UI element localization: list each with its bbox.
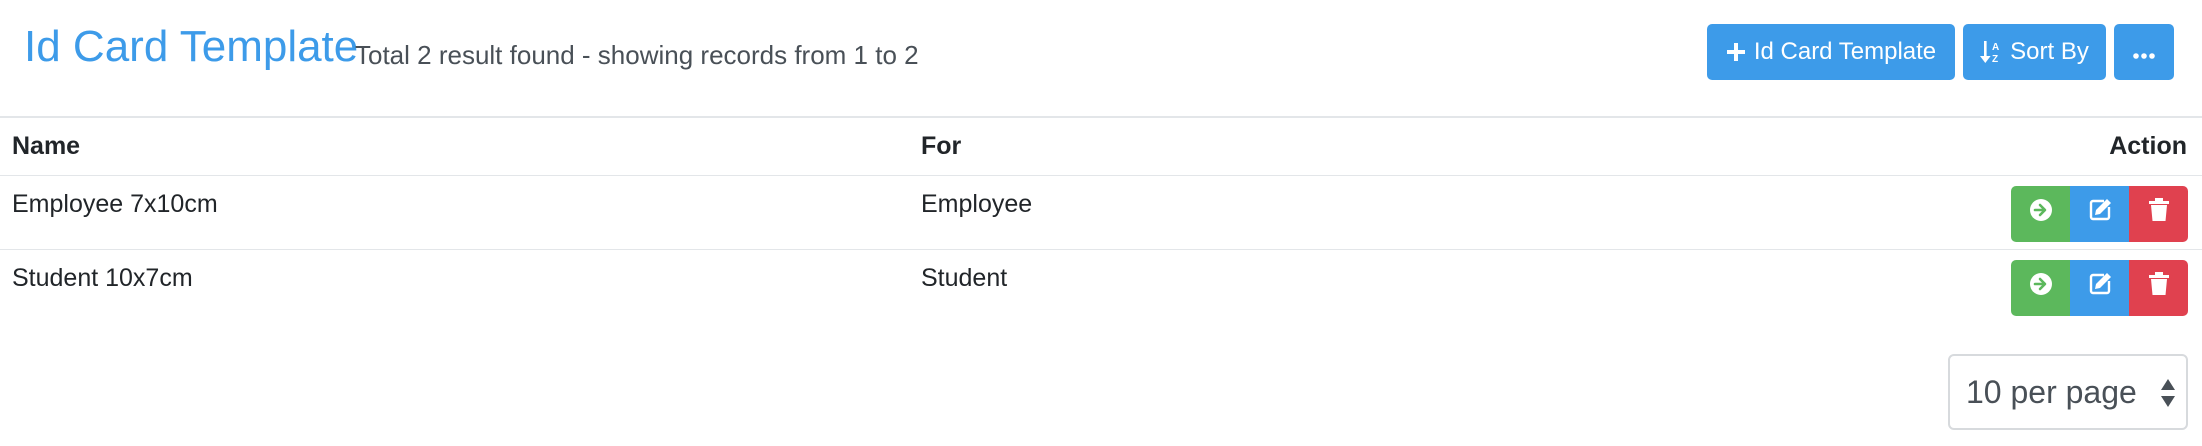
trash-icon <box>2148 272 2170 303</box>
result-summary: Total 2 result found - showing records f… <box>355 40 919 70</box>
column-header-name[interactable]: Name <box>0 118 909 176</box>
edit-button[interactable] <box>2070 259 2129 316</box>
per-page-select[interactable]: 10 per page <box>1948 354 2188 430</box>
page-header: Id Card Template Total 2 result found - … <box>0 0 2202 118</box>
row-actions <box>1821 259 2188 316</box>
table-row: Student 10x7cm Student <box>0 249 2202 323</box>
more-icon <box>2133 38 2155 66</box>
view-button[interactable] <box>2011 259 2070 316</box>
sort-by-button[interactable]: A Z Sort By <box>1963 24 2106 80</box>
plus-icon <box>1726 42 1746 62</box>
page-title: Id Card Template <box>24 22 359 71</box>
per-page-value: 10 per page <box>1966 373 2137 410</box>
edit-icon <box>2087 271 2113 304</box>
edit-icon <box>2087 197 2113 230</box>
svg-text:Z: Z <box>1992 54 1998 65</box>
delete-button[interactable] <box>2129 185 2188 242</box>
cell-name: Employee 7x10cm <box>0 175 909 250</box>
id-card-template-table: Name For Action Employee 7x10cm Employee <box>0 118 2202 323</box>
sort-button-label: Sort By <box>2010 38 2089 65</box>
trash-icon <box>2148 198 2170 229</box>
column-header-for[interactable]: For <box>909 118 1809 176</box>
toolbar: Id Card Template A Z Sort By <box>1707 24 2174 80</box>
add-button-label: Id Card Template <box>1753 38 1937 65</box>
cell-for: Student <box>921 263 1008 292</box>
table-row: Employee 7x10cm Employee <box>0 175 2202 250</box>
arrow-circle-right-icon <box>2029 198 2053 229</box>
arrow-circle-right-icon <box>2029 272 2053 303</box>
cell-for: Employee <box>909 175 1809 250</box>
cell-actions <box>1809 249 2202 323</box>
select-arrows-icon <box>2160 378 2176 416</box>
add-id-card-template-button[interactable]: Id Card Template <box>1707 24 1955 80</box>
more-options-button[interactable] <box>2114 24 2174 80</box>
table-header-row: Name For Action <box>0 118 2202 176</box>
sort-icon: A Z <box>1980 39 2002 65</box>
row-actions <box>1821 185 2188 242</box>
delete-button[interactable] <box>2129 259 2188 316</box>
view-button[interactable] <box>2011 185 2070 242</box>
svg-text:A: A <box>1992 42 1999 53</box>
page: Id Card Template Total 2 result found - … <box>0 0 2202 446</box>
column-header-action: Action <box>1809 118 2202 176</box>
cell-actions <box>1809 175 2202 250</box>
edit-button[interactable] <box>2070 185 2129 242</box>
cell-name: Student 10x7cm <box>12 263 193 292</box>
